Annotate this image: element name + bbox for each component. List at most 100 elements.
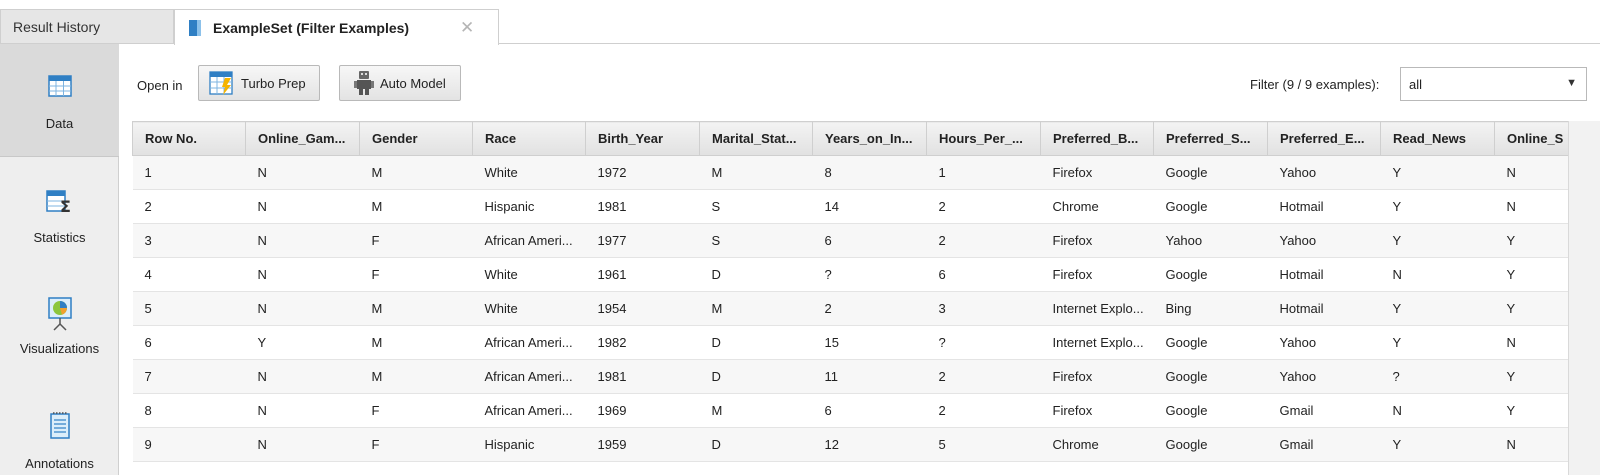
table-cell: 2 xyxy=(132,189,246,224)
table-row[interactable]: 4 N F White 1961 D? 6 Firefox Google Hotmail N Y xyxy=(132,257,1568,292)
table-cell: M xyxy=(699,291,813,326)
statistics-icon: Σ xyxy=(45,190,71,214)
table-cell: African Ameri... xyxy=(472,393,586,428)
tab-exampleset[interactable]: ExampleSet (Filter Examples) ✕ xyxy=(174,9,499,45)
exampleset-icon xyxy=(189,19,201,36)
table-cell: N xyxy=(245,359,360,394)
sidebar-item-visualizations[interactable]: Visualizations xyxy=(0,270,119,383)
table-cell: Internet Explo... xyxy=(1040,291,1154,326)
column-header[interactable]: Preferred_E... xyxy=(1267,121,1381,156)
column-header[interactable]: Preferred_B... xyxy=(1040,121,1154,156)
table-cell: Firefox xyxy=(1040,155,1154,190)
tab-result-history-label: Result History xyxy=(13,19,101,35)
table-row[interactable]: 9 N F Hispanic 1959 D 12 5 Chrome Google Gmail Y N xyxy=(132,427,1568,462)
close-icon[interactable]: ✕ xyxy=(460,18,474,38)
column-header[interactable]: Preferred_S... xyxy=(1153,121,1268,156)
table-cell: F xyxy=(359,427,473,462)
table-cell: African Ameri... xyxy=(472,359,586,394)
table-cell: 8 xyxy=(812,155,927,190)
table-cell: 1961 xyxy=(585,257,700,292)
turbo-prep-button[interactable]: Turbo Prep xyxy=(198,65,320,101)
column-header[interactable]: Read_News xyxy=(1380,121,1495,156)
table-cell: 1959 xyxy=(585,427,700,462)
sidebar-item-label: Annotations xyxy=(25,456,94,471)
table-cell: 1981 xyxy=(585,189,700,224)
table-cell: White xyxy=(472,155,586,190)
table-cell: F xyxy=(359,257,473,292)
table-cell: 5 xyxy=(926,427,1041,462)
table-cell: M xyxy=(359,291,473,326)
table-cell: F xyxy=(359,393,473,428)
table-row[interactable]: 6 Y M African Ameri... 1982 D 15? Internet Expl… xyxy=(132,325,1568,360)
filter-label: Filter (9 / 9 examples): xyxy=(1250,77,1380,92)
table-cell: Y xyxy=(1380,223,1495,258)
table-cell: Hotmail xyxy=(1267,257,1381,292)
table-cell: M xyxy=(359,155,473,190)
table-cell: Y xyxy=(1494,359,1568,394)
table-cell: 1 xyxy=(926,155,1041,190)
column-header[interactable]: Years_on_In... xyxy=(812,121,927,156)
table-cell: 7 xyxy=(132,359,246,394)
table-cell: Yahoo xyxy=(1267,155,1381,190)
table-cell: 9 xyxy=(132,427,246,462)
open-in-label: Open in xyxy=(137,78,183,93)
sidebar-item-statistics[interactable]: Σ Statistics xyxy=(0,157,119,270)
notes-icon xyxy=(49,412,70,439)
table-cell: 1954 xyxy=(585,291,700,326)
table-cell: N xyxy=(245,393,360,428)
table-cell: Y xyxy=(245,325,360,360)
table-row[interactable]: 2 N M Hispanic 1981 S 14 2 Chrome Google Hotmail Y N xyxy=(132,189,1568,224)
table-cell: 1977 xyxy=(585,223,700,258)
tab-result-history[interactable]: Result History xyxy=(0,9,174,44)
table-cell: 1972 xyxy=(585,155,700,190)
sidebar-item-label: Statistics xyxy=(33,230,86,245)
table-cell: Google xyxy=(1153,359,1268,394)
chevron-down-icon[interactable]: ▼ xyxy=(1566,77,1577,89)
table-cell: Google xyxy=(1153,257,1268,292)
table-row[interactable]: 8 N F African Ameri... 1969 M 6 2 Firefox Google G… xyxy=(132,393,1568,428)
sidebar-item-label: Data xyxy=(45,116,74,131)
robot-icon xyxy=(354,71,374,95)
column-header[interactable]: Race xyxy=(472,121,586,156)
table-row[interactable]: 3 N F African Ameri... 1977 S 6 2 Firefox Yahoo Ya… xyxy=(132,223,1568,258)
table-cell: ? xyxy=(926,325,1041,360)
column-header[interactable]: Hours_Per_... xyxy=(926,121,1041,156)
table-cell: M xyxy=(699,393,813,428)
table-body: 1 N M White 1972 M 8 1 Firefox Google Yahoo Y N 2 N M Hi… xyxy=(132,155,1568,462)
table-cell: Google xyxy=(1153,189,1268,224)
table-row[interactable]: 1 N M White 1972 M 8 1 Firefox Google Yahoo Y N xyxy=(132,155,1568,190)
table-cell: White xyxy=(472,291,586,326)
sidebar-item-data[interactable]: Data xyxy=(0,44,119,157)
table-cell: 5 xyxy=(132,291,246,326)
table-cell: F xyxy=(359,223,473,258)
svg-text:Σ: Σ xyxy=(60,197,71,214)
horizontal-overflow-area[interactable] xyxy=(1568,121,1600,475)
table-cell: 14 xyxy=(812,189,927,224)
table-cell: Gmail xyxy=(1267,427,1381,462)
column-header[interactable]: Online_S xyxy=(1494,121,1568,156)
table-cell: 2 xyxy=(812,291,927,326)
data-table: Row No. Online_Gam... Gender Race Birth_Year… xyxy=(132,121,1568,462)
table-row[interactable]: 7 N M African Ameri... 1981 D 11 2 Firefox Google… xyxy=(132,359,1568,394)
table-cell: N xyxy=(245,189,360,224)
table-cell: 1981 xyxy=(585,359,700,394)
column-header[interactable]: Birth_Year xyxy=(585,121,700,156)
table-cell: Firefox xyxy=(1040,359,1154,394)
auto-model-label: Auto Model xyxy=(380,75,446,91)
column-header[interactable]: Row No. xyxy=(132,121,246,156)
table-cell: M xyxy=(359,189,473,224)
table-cell: 6 xyxy=(812,393,927,428)
filter-select[interactable]: all ▼ xyxy=(1400,67,1587,101)
auto-model-button[interactable]: Auto Model xyxy=(339,65,461,101)
table-cell: N xyxy=(1380,393,1495,428)
column-header[interactable]: Online_Gam... xyxy=(245,121,360,156)
sidebar-item-annotations[interactable]: Annotations xyxy=(0,383,119,475)
table-cell: 2 xyxy=(926,189,1041,224)
column-header[interactable]: Gender xyxy=(359,121,473,156)
table-cell: Y xyxy=(1494,223,1568,258)
table-row[interactable]: 5 N M White 1954 M 2 3 Internet Explo... Bing Hotm… xyxy=(132,291,1568,326)
table-cell: N xyxy=(1494,155,1568,190)
column-header[interactable]: Marital_Stat... xyxy=(699,121,813,156)
table-cell: Y xyxy=(1494,291,1568,326)
table-cell: M xyxy=(359,359,473,394)
